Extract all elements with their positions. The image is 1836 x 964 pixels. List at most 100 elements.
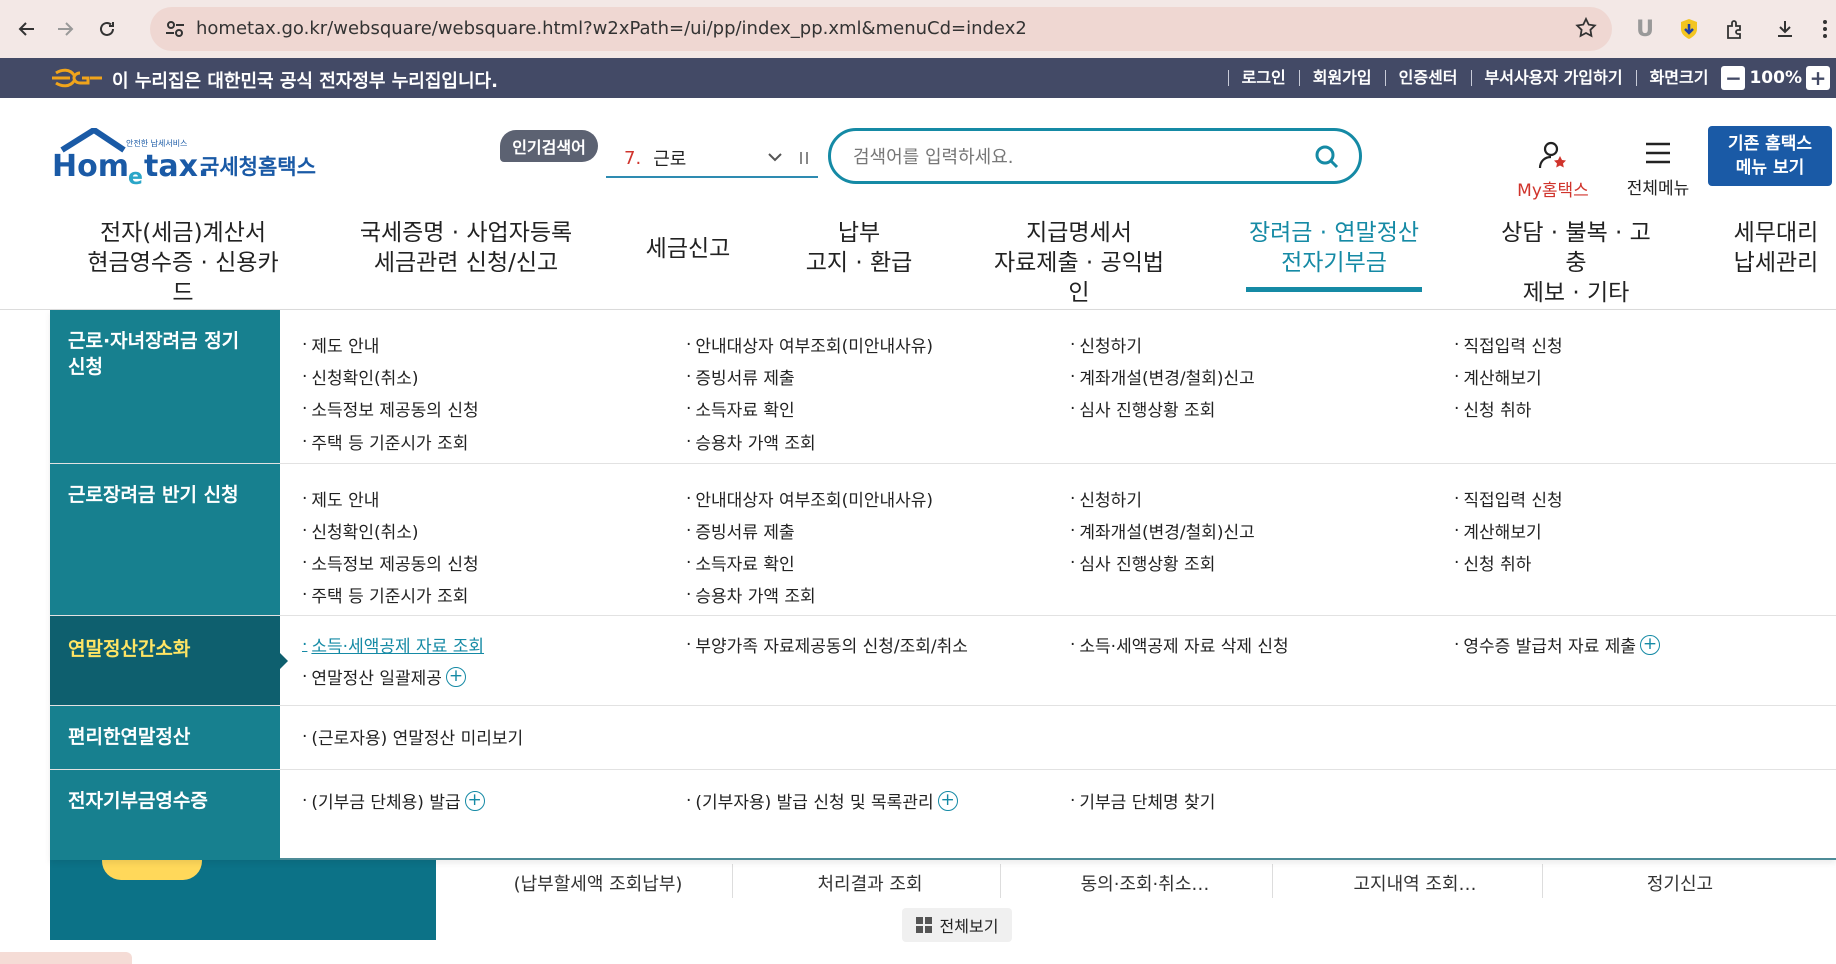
menu-link[interactable]: 부양가족 자료제공동의 신청/조회/취소 (686, 632, 968, 657)
menu-link[interactable]: 증빙서류 제출 (686, 364, 794, 389)
bookmark-star-icon[interactable] (1574, 16, 1598, 44)
popular-term-text: 근로 (653, 149, 687, 170)
signup-link[interactable]: 회원가입 (1298, 70, 1385, 86)
my-hometax-button[interactable]: My홈택스 (1508, 140, 1598, 201)
nav-line1: 장려금 · 연말정산 (1248, 220, 1420, 246)
menu-row-half-year-incentive: 근로장려금 반기 신청 제도 안내 안내대상자 여부조회(미안내사유) 신청하기… (50, 464, 1836, 616)
certificate-center-link[interactable]: 인증센터 (1384, 70, 1471, 86)
plus-circle-icon[interactable]: + (937, 790, 958, 811)
address-bar[interactable]: hometax.go.kr/websquare/websquare.html?w… (150, 7, 1612, 51)
menu-link-receipt-submit[interactable]: 영수증 발급처 자료 제출+ (1454, 632, 1661, 657)
menu-link[interactable]: 신청하기 (1070, 486, 1142, 511)
menu-link[interactable]: 직접입력 신청 (1454, 332, 1562, 357)
all-menu-button[interactable]: 전체메뉴 (1616, 140, 1700, 199)
menu-link[interactable]: 신청확인(취소) (302, 518, 418, 543)
menu-link[interactable]: 신청 취하 (1454, 396, 1531, 421)
menu-link[interactable]: 소득·세액공제 자료 삭제 신청 (1070, 632, 1288, 657)
popular-search-term[interactable]: 7. 근로 (606, 140, 818, 178)
hamburger-icon (1646, 142, 1670, 164)
nav-incentive-yearend[interactable]: 장려금 · 연말정산전자기부금 (1246, 218, 1422, 292)
nav-payment-statement[interactable]: 지급명세서 자료제출 · 공익법인 (986, 218, 1172, 308)
menu-link[interactable]: 승용차 가액 조회 (686, 582, 815, 607)
back-icon[interactable] (12, 14, 42, 44)
menu-link[interactable]: 소득자료 확인 (686, 396, 794, 421)
menu-link[interactable]: 계좌개설(변경/철회)신고 (1070, 364, 1254, 389)
menu-link[interactable]: 안내대상자 여부조회(미안내사유) (686, 332, 933, 357)
gov-notice: 이 누리집은 대한민국 공식 전자정부 누리집입니다. (112, 71, 498, 92)
menu-link[interactable]: 계좌개설(변경/철회)신고 (1070, 518, 1254, 543)
background-item[interactable]: (납부할세액 조회납부) (508, 870, 688, 896)
nav-line1: 세무대리 (1733, 220, 1819, 246)
menu-row-title[interactable]: 전자기부금영수증 (50, 770, 280, 860)
menu-row-title[interactable]: 근로장려금 반기 신청 (50, 464, 280, 615)
nav-tax-report[interactable]: 세금신고 (640, 234, 736, 264)
menu-row-title[interactable]: 연말정산간소화 (50, 616, 288, 705)
menu-link[interactable]: 심사 진행상황 조회 (1070, 396, 1215, 421)
background-item[interactable]: 고지내역 조회… (1320, 870, 1510, 896)
dept-user-signup-link[interactable]: 부서사용자 가입하기 (1470, 70, 1636, 86)
menu-link[interactable]: 주택 등 기준시가 조회 (302, 582, 468, 607)
divider (1542, 864, 1543, 898)
menu-link[interactable]: 신청 취하 (1454, 550, 1531, 575)
menu-link[interactable]: 신청확인(취소) (302, 364, 418, 389)
download-icon[interactable] (1770, 14, 1800, 44)
menu-link[interactable]: 소득정보 제공동의 신청 (302, 396, 478, 421)
nav-line1: 세금신고 (645, 236, 731, 262)
menu-link[interactable]: 기부금 단체명 찾기 (1070, 788, 1215, 813)
menu-row-title[interactable]: 편리한연말정산 (50, 706, 280, 769)
old-menu-line1: 기존 홈택스 (1727, 134, 1813, 154)
nav-line1: 전자(세금)계산서 (99, 220, 267, 246)
menu-link[interactable]: 승용차 가액 조회 (686, 429, 815, 454)
menu-link[interactable]: 제도 안내 (302, 332, 379, 357)
forward-icon[interactable] (50, 14, 80, 44)
login-link[interactable]: 로그인 (1227, 70, 1299, 86)
chevron-down-icon[interactable] (766, 148, 784, 171)
plus-circle-icon[interactable]: + (1640, 634, 1661, 655)
nav-line2: 세금관련 신청/신고 (373, 250, 559, 276)
site-settings-icon[interactable] (162, 16, 188, 42)
menu-link[interactable]: 주택 등 기준시가 조회 (302, 429, 468, 454)
hometax-logo[interactable]: 안전한 납세서비스 Hom e tax. 국세청홈택스 (52, 126, 322, 194)
old-menu-button[interactable]: 기존 홈택스 메뉴 보기 (1708, 126, 1832, 186)
menu-link[interactable]: 계산해보기 (1454, 364, 1541, 389)
background-item[interactable]: 처리결과 조회 (780, 870, 960, 896)
background-item[interactable]: 정기신고 (1590, 870, 1770, 896)
zoom-in-button[interactable]: + (1806, 66, 1830, 90)
menu-link-donor-issue[interactable]: (기부자용) 발급 신청 및 목록관리+ (686, 788, 958, 813)
nav-line2: 전자기부금 (1281, 250, 1387, 276)
menu-link[interactable]: 제도 안내 (302, 486, 379, 511)
extension-shield-icon[interactable] (1674, 14, 1704, 44)
menu-link[interactable]: 심사 진행상황 조회 (1070, 550, 1215, 575)
nav-consult[interactable]: 상담 · 불복 · 고충 제보 · 기타 (1492, 218, 1660, 308)
nav-line1: 국세증명 · 사업자등록 (359, 220, 573, 246)
menu-link[interactable]: 계산해보기 (1454, 518, 1541, 543)
menu-link[interactable]: 소득자료 확인 (686, 550, 794, 575)
extension-u-icon[interactable]: U (1630, 14, 1660, 44)
popular-search-badge: 인기검색어 (500, 130, 598, 162)
zoom-out-button[interactable]: − (1721, 66, 1746, 90)
search-icon[interactable] (1313, 143, 1341, 175)
menu-link[interactable]: 증빙서류 제출 (686, 518, 794, 543)
menu-link[interactable]: 신청하기 (1070, 332, 1142, 357)
menu-link[interactable]: 직접입력 신청 (1454, 486, 1562, 511)
nav-payment[interactable]: 납부 고지 · 환급 (800, 218, 918, 278)
view-all-button[interactable]: 전체보기 (902, 908, 1012, 942)
nav-tax-agent[interactable]: 세무대리 납세관리 (1728, 218, 1824, 278)
pause-icon[interactable] (798, 150, 810, 171)
menu-link[interactable]: 안내대상자 여부조회(미안내사유) (686, 486, 933, 511)
menu-link-donation-issue[interactable]: (기부금 단체용) 발급+ (302, 788, 485, 813)
menu-link[interactable]: (근로자용) 연말정산 미리보기 (302, 724, 523, 749)
menu-link[interactable]: 소득정보 제공동의 신청 (302, 550, 478, 575)
menu-link-bulk-provide[interactable]: 연말정산 일괄제공+ (302, 664, 466, 689)
menu-row-title[interactable]: 근로·자녀장려금 정기 신청 (50, 310, 280, 463)
search-input[interactable] (851, 143, 1291, 171)
extensions-puzzle-icon[interactable] (1720, 14, 1750, 44)
menu-kebab-icon[interactable] (1810, 14, 1836, 44)
nav-certificate[interactable]: 국세증명 · 사업자등록세금관련 신청/신고 (356, 218, 576, 278)
plus-circle-icon[interactable]: + (464, 790, 485, 811)
menu-link-active[interactable]: 소득·세액공제 자료 조회 (302, 632, 484, 657)
reload-icon[interactable] (92, 14, 122, 44)
background-item[interactable]: 동의·조회·취소… (1050, 870, 1240, 896)
nav-e-invoice[interactable]: 전자(세금)계산서 현금영수증 · 신용카드 (78, 218, 288, 308)
plus-circle-icon[interactable]: + (445, 666, 466, 687)
